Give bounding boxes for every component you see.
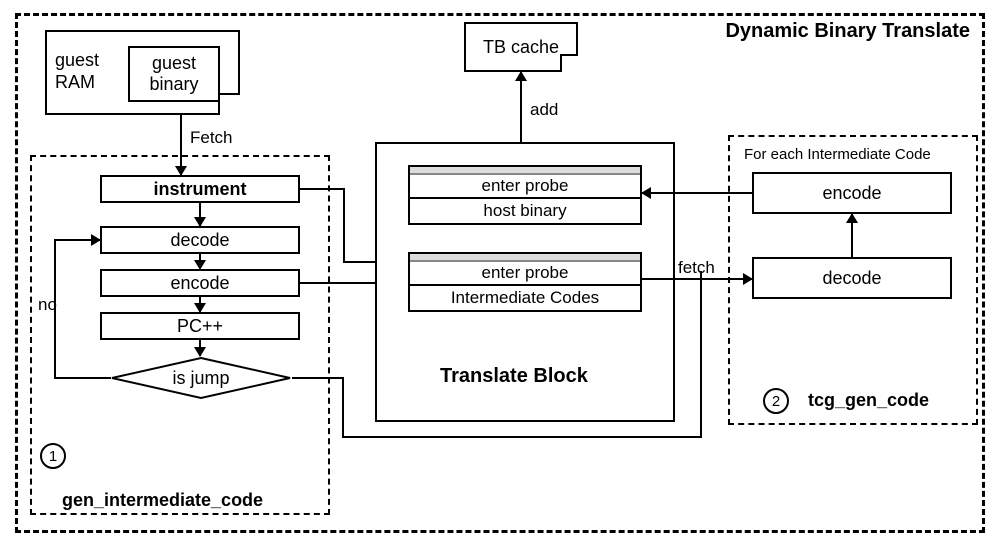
host-binary-stack: enter probe host binary [408, 165, 642, 225]
arrow-instr-seg2 [343, 188, 345, 262]
arrow-encode-pcpp [199, 297, 201, 312]
step-decode: decode [100, 226, 300, 254]
is-jump-label: is jump [110, 356, 292, 400]
step-encode: encode [100, 269, 300, 297]
arrow-yes-seg3 [342, 436, 702, 438]
gen-circle-1: 1 [40, 443, 66, 469]
tb-cache-box: TB cache [464, 22, 578, 72]
tcg-circle-2: 2 [763, 388, 789, 414]
fetch-label: Fetch [190, 128, 233, 148]
tcg-decode-box: decode [752, 257, 952, 299]
arrow-yes-seg1 [292, 377, 344, 379]
arrow-instrument-decode [199, 203, 201, 226]
arrow-yes-seg2 [342, 377, 344, 437]
arrow-yes-seg4 [700, 271, 702, 438]
arrow-no-into-decode [54, 239, 100, 241]
arrow-no-horiz [54, 377, 111, 379]
add-label: add [530, 100, 558, 120]
host-binary-cell: host binary [410, 199, 640, 223]
arrow-decode2-encode2 [851, 214, 853, 257]
guest-binary-box: guest binary [128, 46, 220, 102]
tcg-gen-code-label: tcg_gen_code [808, 390, 929, 411]
no-label: no [38, 295, 57, 315]
arrow-instr-seg1 [300, 188, 345, 190]
tcg-encode-box: encode [752, 172, 952, 214]
diagram-title: Dynamic Binary Translate [725, 20, 970, 43]
fetch2-label: fetch [678, 258, 715, 278]
arrow-pcpp-isjump [199, 340, 201, 356]
host-enter-probe: enter probe [410, 175, 640, 199]
intermediate-codes-stack: enter probe Intermediate Codes [408, 252, 642, 312]
guest-ram-block: guest RAM guest binary [45, 30, 240, 115]
tcg-header: For each Intermediate Code [744, 146, 931, 163]
is-jump-decision: is jump [110, 356, 292, 400]
intermediate-codes-cell: Intermediate Codes [410, 286, 640, 310]
translate-block-title: Translate Block [440, 365, 588, 388]
step-pcpp: PC++ [100, 312, 300, 340]
guest-ram-label: guest RAM [55, 50, 99, 93]
arrow-decode-encode [199, 254, 201, 269]
step-instrument: instrument [100, 175, 300, 203]
ic-enter-probe: enter probe [410, 262, 640, 286]
arrow-encode2-to-host [642, 192, 752, 194]
arrow-add-to-tbcache [520, 72, 522, 142]
gen-intermediate-code-label: gen_intermediate_code [62, 490, 263, 511]
